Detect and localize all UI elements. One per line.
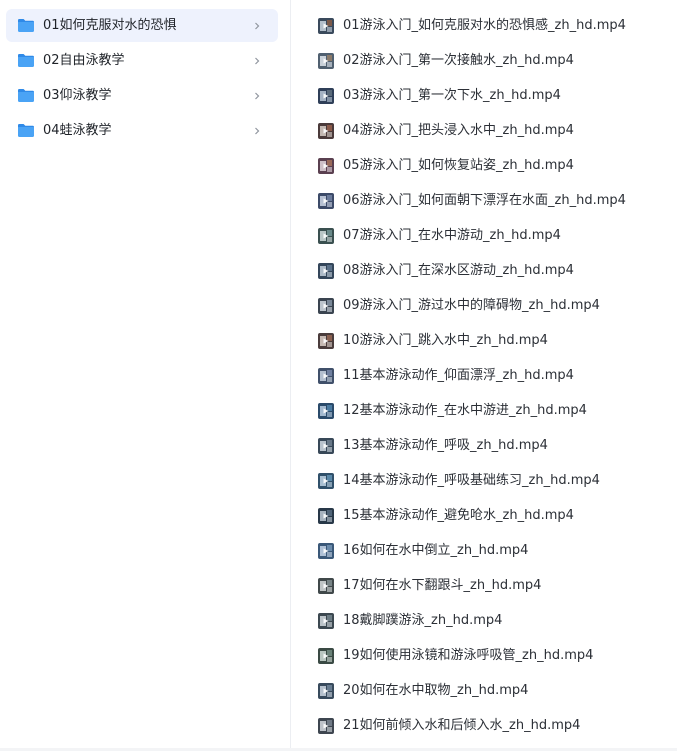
folder-label: 03仰泳教学 bbox=[43, 88, 112, 103]
folder-item[interactable]: 03仰泳教学 bbox=[6, 79, 278, 112]
folder-item[interactable]: 02自由泳教学 bbox=[6, 44, 278, 77]
file-item[interactable]: 06游泳入门_如何面朝下漂浮在水面_zh_hd.mp4 bbox=[311, 188, 671, 214]
file-name: 17如何在水下翻跟斗_zh_hd.mp4 bbox=[343, 578, 542, 593]
file-item[interactable]: 11基本游泳动作_仰面漂浮_zh_hd.mp4 bbox=[311, 363, 671, 389]
file-name: 01游泳入门_如何克服对水的恐惧感_zh_hd.mp4 bbox=[343, 18, 626, 33]
file-list: 01游泳入门_如何克服对水的恐惧感_zh_hd.mp4 02游泳入门_第一次接触水… bbox=[291, 0, 677, 751]
file-name: 09游泳入门_游过水中的障碍物_zh_hd.mp4 bbox=[343, 298, 600, 313]
file-name: 15基本游泳动作_避免呛水_zh_hd.mp4 bbox=[343, 508, 574, 523]
video-thumbnail-icon bbox=[318, 543, 334, 559]
folder-icon bbox=[17, 53, 35, 68]
file-item[interactable]: 04游泳入门_把头浸入水中_zh_hd.mp4 bbox=[311, 118, 671, 144]
file-item[interactable]: 16如何在水中倒立_zh_hd.mp4 bbox=[311, 538, 671, 564]
video-thumbnail-icon bbox=[318, 228, 334, 244]
video-thumbnail-icon bbox=[318, 718, 334, 734]
file-item[interactable]: 02游泳入门_第一次接触水_zh_hd.mp4 bbox=[311, 48, 671, 74]
file-item[interactable]: 12基本游泳动作_在水中游进_zh_hd.mp4 bbox=[311, 398, 671, 424]
file-name: 04游泳入门_把头浸入水中_zh_hd.mp4 bbox=[343, 123, 574, 138]
folder-panel: 01如何克服对水的恐惧 02自由泳教学 03仰泳教学 04蛙泳教学 bbox=[0, 0, 284, 751]
file-item[interactable]: 13基本游泳动作_呼吸_zh_hd.mp4 bbox=[311, 433, 671, 459]
file-name: 13基本游泳动作_呼吸_zh_hd.mp4 bbox=[343, 438, 548, 453]
video-thumbnail-icon bbox=[318, 648, 334, 664]
video-thumbnail-icon bbox=[318, 298, 334, 314]
video-thumbnail-icon bbox=[318, 508, 334, 524]
video-thumbnail-icon bbox=[318, 53, 334, 69]
file-item[interactable]: 07游泳入门_在水中游动_zh_hd.mp4 bbox=[311, 223, 671, 249]
video-thumbnail-icon bbox=[318, 88, 334, 104]
folder-label: 04蛙泳教学 bbox=[43, 123, 112, 138]
file-name: 08游泳入门_在深水区游动_zh_hd.mp4 bbox=[343, 263, 574, 278]
file-name: 03游泳入门_第一次下水_zh_hd.mp4 bbox=[343, 88, 561, 103]
file-name: 14基本游泳动作_呼吸基础练习_zh_hd.mp4 bbox=[343, 473, 600, 488]
folder-icon bbox=[17, 88, 35, 103]
folder-item[interactable]: 01如何克服对水的恐惧 bbox=[6, 9, 278, 42]
video-thumbnail-icon bbox=[318, 18, 334, 34]
file-name: 02游泳入门_第一次接触水_zh_hd.mp4 bbox=[343, 53, 574, 68]
file-browser: 01如何克服对水的恐惧 02自由泳教学 03仰泳教学 04蛙泳教学 01游泳入门_如何… bbox=[0, 0, 677, 751]
file-name: 07游泳入门_在水中游动_zh_hd.mp4 bbox=[343, 228, 561, 243]
file-name: 11基本游泳动作_仰面漂浮_zh_hd.mp4 bbox=[343, 368, 574, 383]
file-name: 19如何使用泳镜和游泳呼吸管_zh_hd.mp4 bbox=[343, 648, 594, 663]
file-item[interactable]: 01游泳入门_如何克服对水的恐惧感_zh_hd.mp4 bbox=[311, 13, 671, 39]
file-name: 20如何在水中取物_zh_hd.mp4 bbox=[343, 683, 529, 698]
video-thumbnail-icon bbox=[318, 263, 334, 279]
file-item[interactable]: 14基本游泳动作_呼吸基础练习_zh_hd.mp4 bbox=[311, 468, 671, 494]
folder-icon bbox=[17, 123, 35, 138]
video-thumbnail-icon bbox=[318, 123, 334, 139]
video-thumbnail-icon bbox=[318, 403, 334, 419]
file-name: 05游泳入门_如何恢复站姿_zh_hd.mp4 bbox=[343, 158, 574, 173]
file-item[interactable]: 21如何前倾入水和后倾入水_zh_hd.mp4 bbox=[311, 713, 671, 739]
video-thumbnail-icon bbox=[318, 613, 334, 629]
file-item[interactable]: 19如何使用泳镜和游泳呼吸管_zh_hd.mp4 bbox=[311, 643, 671, 669]
folder-label: 02自由泳教学 bbox=[43, 53, 125, 68]
chevron-right-icon bbox=[252, 88, 262, 102]
file-item[interactable]: 08游泳入门_在深水区游动_zh_hd.mp4 bbox=[311, 258, 671, 284]
chevron-right-icon bbox=[252, 123, 262, 137]
file-name: 06游泳入门_如何面朝下漂浮在水面_zh_hd.mp4 bbox=[343, 193, 626, 208]
video-thumbnail-icon bbox=[318, 368, 334, 384]
file-item[interactable]: 15基本游泳动作_避免呛水_zh_hd.mp4 bbox=[311, 503, 671, 529]
video-thumbnail-icon bbox=[318, 333, 334, 349]
file-item[interactable]: 03游泳入门_第一次下水_zh_hd.mp4 bbox=[311, 83, 671, 109]
video-thumbnail-icon bbox=[318, 438, 334, 454]
folder-icon bbox=[17, 18, 35, 33]
file-item[interactable]: 20如何在水中取物_zh_hd.mp4 bbox=[311, 678, 671, 704]
file-item[interactable]: 05游泳入门_如何恢复站姿_zh_hd.mp4 bbox=[311, 153, 671, 179]
file-item[interactable]: 18戴脚蹼游泳_zh_hd.mp4 bbox=[311, 608, 671, 634]
file-item[interactable]: 09游泳入门_游过水中的障碍物_zh_hd.mp4 bbox=[311, 293, 671, 319]
video-thumbnail-icon bbox=[318, 683, 334, 699]
file-name: 10游泳入门_跳入水中_zh_hd.mp4 bbox=[343, 333, 548, 348]
folder-item[interactable]: 04蛙泳教学 bbox=[6, 114, 278, 147]
file-name: 21如何前倾入水和后倾入水_zh_hd.mp4 bbox=[343, 718, 581, 733]
file-name: 18戴脚蹼游泳_zh_hd.mp4 bbox=[343, 613, 503, 628]
video-thumbnail-icon bbox=[318, 193, 334, 209]
video-thumbnail-icon bbox=[318, 578, 334, 594]
video-thumbnail-icon bbox=[318, 158, 334, 174]
folder-label: 01如何克服对水的恐惧 bbox=[43, 18, 177, 33]
file-item[interactable]: 10游泳入门_跳入水中_zh_hd.mp4 bbox=[311, 328, 671, 354]
video-thumbnail-icon bbox=[318, 473, 334, 489]
file-name: 12基本游泳动作_在水中游进_zh_hd.mp4 bbox=[343, 403, 587, 418]
file-name: 16如何在水中倒立_zh_hd.mp4 bbox=[343, 543, 529, 558]
chevron-right-icon bbox=[252, 53, 262, 67]
chevron-right-icon bbox=[252, 18, 262, 32]
file-item[interactable]: 17如何在水下翻跟斗_zh_hd.mp4 bbox=[311, 573, 671, 599]
